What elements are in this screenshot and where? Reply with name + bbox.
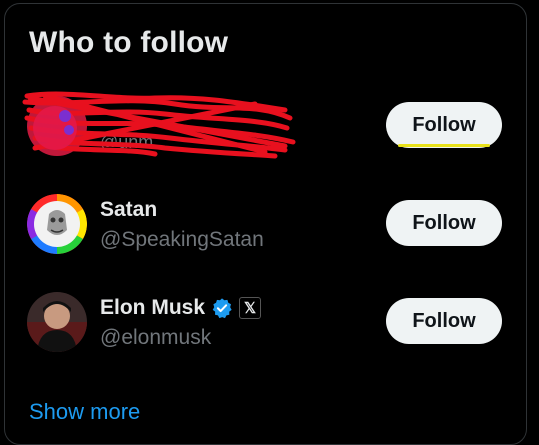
avatar[interactable] <box>27 194 87 254</box>
x-affiliate-badge-icon: 𝕏 <box>239 297 262 319</box>
account-row[interactable]: Elon Musk 𝕏 @elonmusk Follow <box>5 284 526 364</box>
follow-button[interactable]: Follow <box>386 200 502 246</box>
widget-title: Who to follow <box>29 26 229 59</box>
account-name[interactable]: Satan <box>100 198 157 222</box>
account-row[interactable]: @unm Follow <box>5 88 526 168</box>
verified-badge-icon <box>212 298 232 319</box>
account-name-text[interactable]: Satan <box>100 198 157 222</box>
who-to-follow-card: Who to follow @unm Follow Satan @Speakin… <box>4 3 527 445</box>
account-handle: @elonmusk <box>100 326 212 349</box>
follow-button[interactable]: Follow <box>386 298 502 344</box>
avatar[interactable] <box>27 292 87 352</box>
account-handle: @SpeakingSatan <box>100 228 264 251</box>
account-name-text[interactable]: Elon Musk <box>100 296 205 320</box>
account-name[interactable]: Elon Musk 𝕏 <box>100 296 262 320</box>
show-more-link[interactable]: Show more <box>29 399 140 425</box>
highlight-underline <box>398 144 490 147</box>
redaction-scribble <box>22 91 296 159</box>
follow-button[interactable]: Follow <box>386 102 502 148</box>
account-row[interactable]: Satan @SpeakingSatan Follow <box>5 186 526 266</box>
